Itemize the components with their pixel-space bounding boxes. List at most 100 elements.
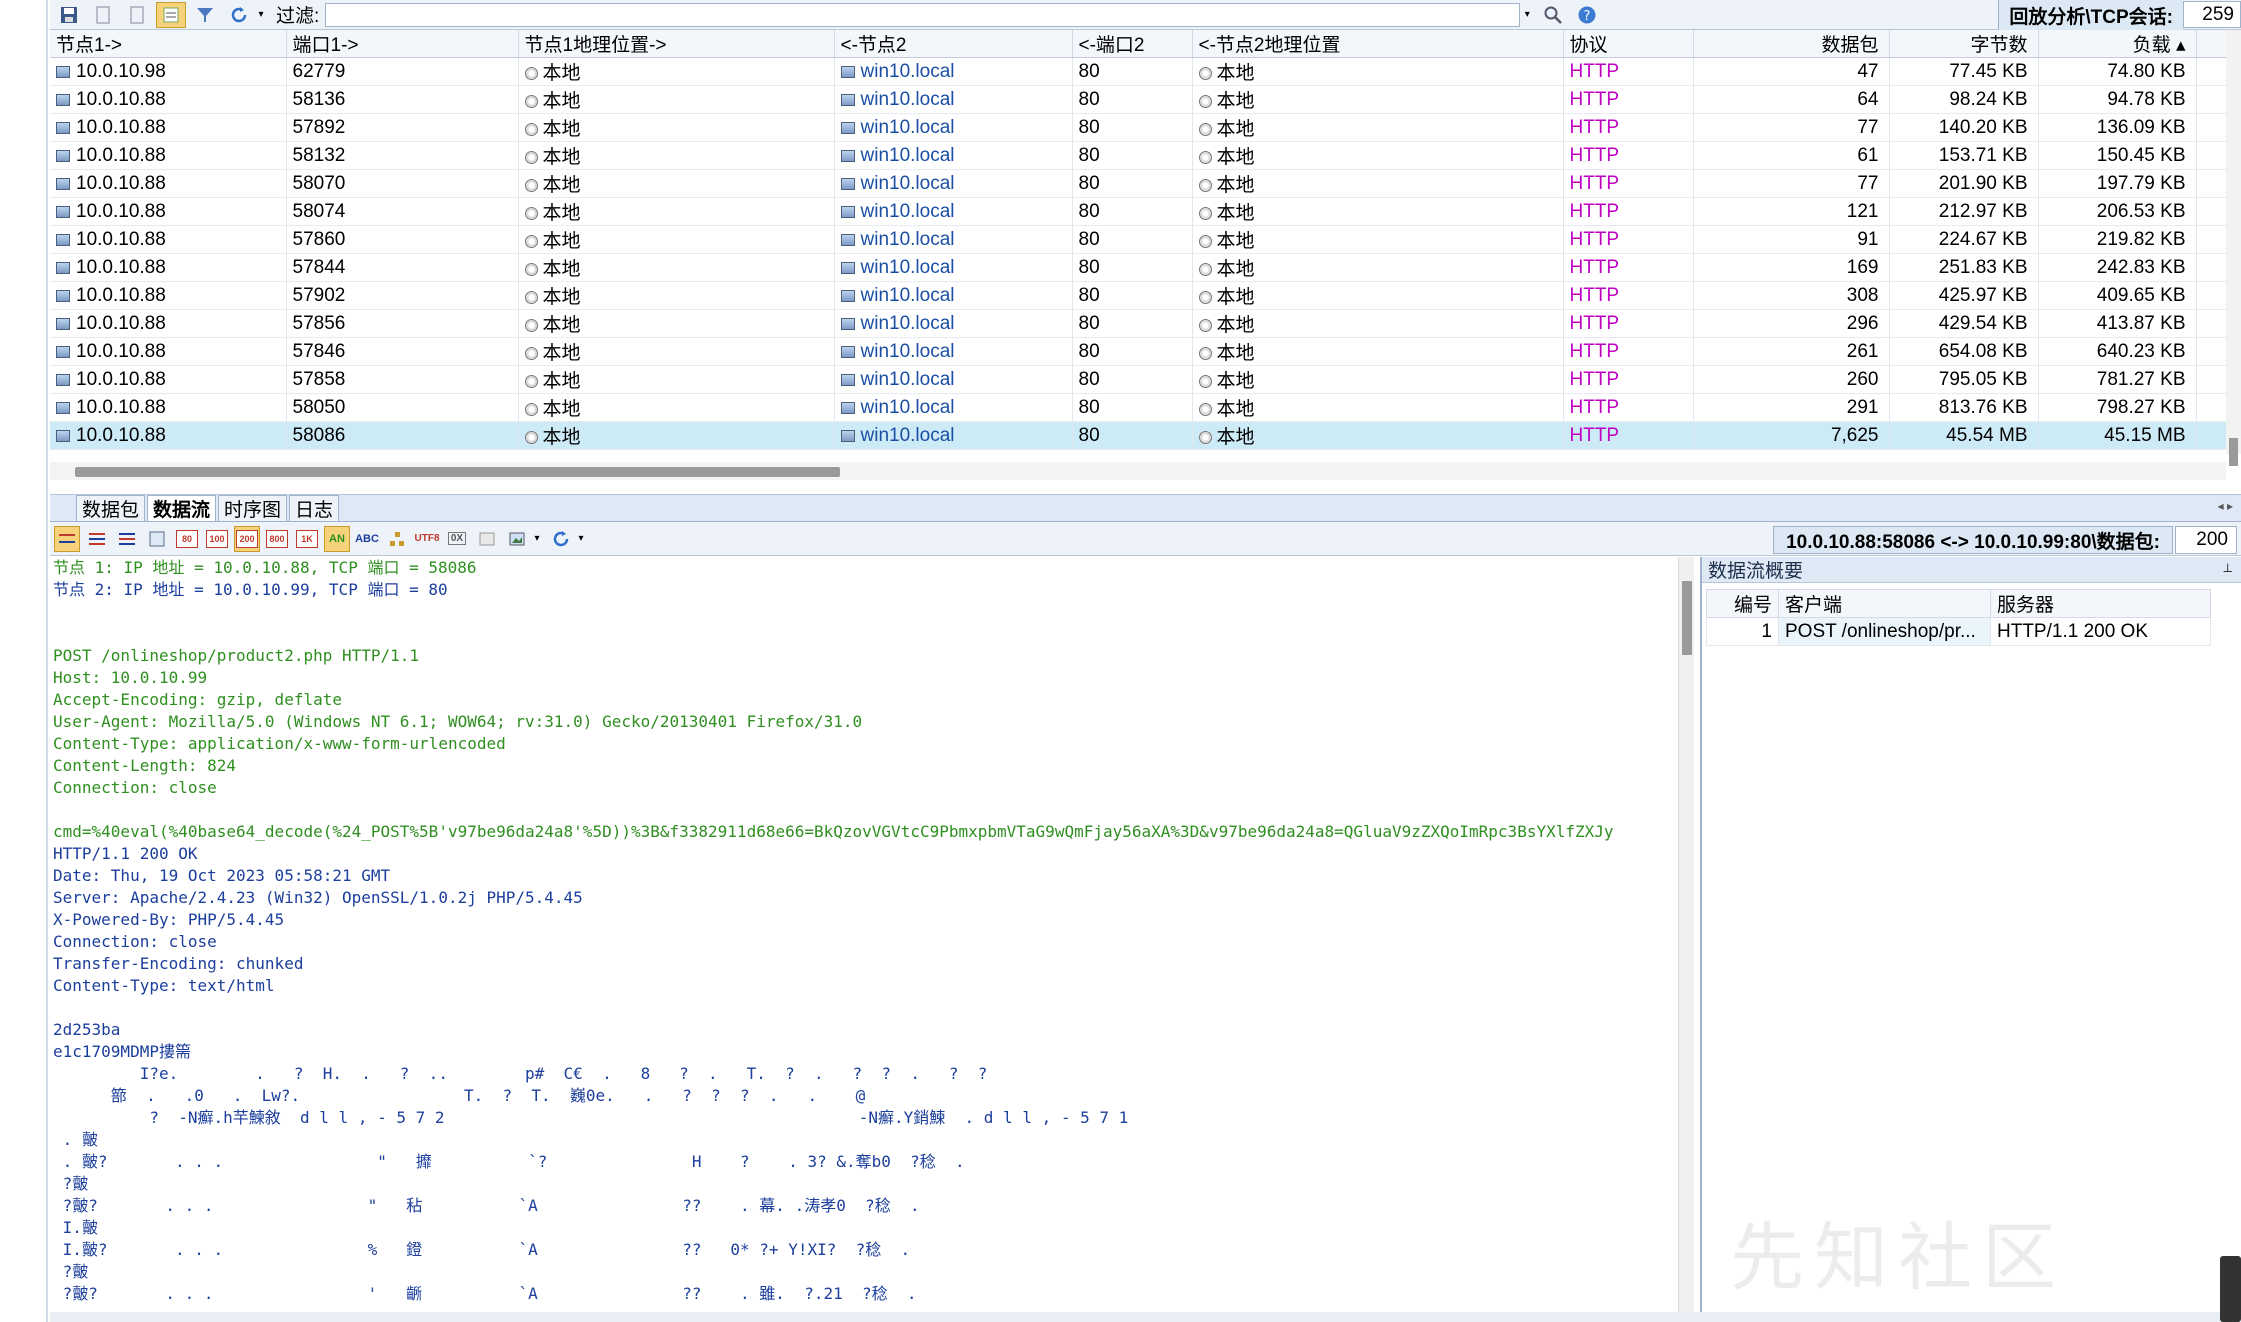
table-row[interactable]: 10.0.10.88 57846 本地 win10.local 80 本地 HTTP 261 6… (50, 337, 2226, 366)
table-row[interactable]: 10.0.10.88 58136 本地 win10.local 80 本地 HTTP 64 98… (50, 85, 2226, 114)
col-node2[interactable]: <-节点2 (834, 30, 1073, 58)
utf8-button[interactable]: UTF8 (414, 526, 440, 552)
tab-timing[interactable]: 时序图 (218, 495, 288, 521)
col-protocol[interactable]: 协议 (1563, 30, 1694, 58)
col-payload[interactable]: 负载 ▴ (2038, 30, 2197, 58)
computer-icon (840, 233, 855, 246)
scroll-thumb[interactable] (1682, 581, 1692, 655)
stream-line: I.皾? . . . % 鐙 `A ?? 0* ?+ Y!XI? ?稔 . (53, 1240, 911, 1259)
cell-port1: 57902 (286, 281, 519, 310)
pin-icon[interactable]: ⊥ (2223, 561, 2233, 575)
col-bytes[interactable]: 字节数 (1889, 30, 2039, 58)
col-port1[interactable]: 端口1-> (286, 30, 519, 58)
col-port2[interactable]: <-端口2 (1072, 30, 1193, 58)
table-row[interactable]: 10.0.10.98 62779 本地 win10.local 80 本地 HTTP 47 77… (50, 57, 2226, 86)
limit-100-button[interactable]: 100 (204, 526, 230, 552)
cell-geo1: 本地 (518, 225, 835, 254)
filter-dropdown-icon[interactable]: ▾ (1520, 3, 1534, 27)
stream-line: Server: Apache/2.4.23 (Win32) OpenSSL/1.… (53, 888, 583, 907)
stream-vertical-scrollbar[interactable] (1678, 557, 1694, 1312)
scroll-thumb[interactable] (2229, 438, 2238, 466)
geo2-text: 本地 (1216, 287, 1255, 308)
cell-extra (2196, 85, 2226, 114)
status-strip (50, 1312, 2241, 1322)
cell-geo1: 本地 (518, 337, 835, 366)
bookmark-icon[interactable] (88, 2, 118, 28)
scroll-thumb[interactable] (75, 467, 840, 477)
limit-80-button[interactable]: 80 (174, 526, 200, 552)
cell-node1: 10.0.10.88 (50, 85, 287, 114)
summary-row[interactable]: 1 POST /onlineshop/pr... HTTP/1.1 200 OK (1706, 617, 2211, 646)
cell-port1: 58136 (286, 85, 519, 114)
interleave-icon[interactable] (84, 526, 110, 552)
search-icon[interactable] (1538, 2, 1568, 28)
summary-col-client[interactable]: 客户端 (1778, 589, 1991, 618)
split-view-icon[interactable] (114, 526, 140, 552)
client-server-icon[interactable] (54, 525, 80, 552)
stream-text-pane[interactable]: 节点 1: IP 地址 = 10.0.10.88, TCP 端口 = 58086… (50, 557, 1678, 1312)
tab-scroll-arrows-icon[interactable]: ◂ ▸ (2218, 499, 2233, 513)
summary-col-id[interactable]: 编号 (1706, 589, 1779, 618)
cell-packets: 91 (1693, 225, 1890, 254)
table-row[interactable]: 10.0.10.88 57844 本地 win10.local 80 本地 HTTP 169 2… (50, 253, 2226, 282)
globe-icon (1198, 347, 1212, 360)
node2-text: win10.local (860, 368, 955, 390)
decode-icon[interactable] (144, 526, 170, 552)
table-horizontal-scrollbar[interactable] (50, 462, 2226, 480)
help-icon[interactable]: ? (1572, 2, 1602, 28)
table-row[interactable]: 10.0.10.88 57892 本地 win10.local 80 本地 HTTP 77 14… (50, 113, 2226, 142)
node2-text: win10.local (860, 284, 955, 306)
col-packets[interactable]: 数据包 (1693, 30, 1890, 58)
view-dropdown-icon[interactable]: ▾ (530, 527, 544, 551)
table-row[interactable]: 10.0.10.88 58086 本地 win10.local 80 本地 HTTP 7,62… (50, 421, 2226, 450)
filter-input[interactable] (325, 2, 1521, 27)
limit-1k-button[interactable]: 1K (294, 526, 320, 552)
limit-200-button[interactable]: 200 (234, 525, 260, 552)
svg-text:?: ? (1584, 9, 1591, 24)
col-node1[interactable]: 节点1-> (50, 30, 287, 58)
summary-col-server[interactable]: 服务器 (1990, 589, 2211, 618)
ansi-button[interactable]: AN (324, 525, 350, 552)
geo2-text: 本地 (1216, 203, 1255, 224)
node2-text: win10.local (860, 200, 955, 222)
geo1-text: 本地 (542, 147, 581, 168)
limit-800-button[interactable]: 800 (264, 526, 290, 552)
table-row[interactable]: 10.0.10.88 57858 本地 win10.local 80 本地 HTTP 260 7… (50, 365, 2226, 394)
table-row[interactable]: 10.0.10.88 58074 本地 win10.local 80 本地 HTTP 121 2… (50, 197, 2226, 226)
image-icon[interactable] (474, 526, 500, 552)
abc-icon[interactable]: ABC (354, 526, 380, 552)
table-row[interactable]: 10.0.10.88 58070 本地 win10.local 80 本地 HTTP 77 20… (50, 169, 2226, 198)
report-icon[interactable] (156, 1, 186, 28)
table-row[interactable]: 10.0.10.88 57860 本地 win10.local 80 本地 HTTP 91 22… (50, 225, 2226, 254)
bookmark-next-icon[interactable] (122, 2, 152, 28)
summary-id: 1 (1706, 617, 1779, 646)
refresh-dropdown-icon[interactable]: ▾ (254, 3, 268, 27)
cell-geo1: 本地 (518, 113, 835, 142)
table-row[interactable]: 10.0.10.88 57856 本地 win10.local 80 本地 HTTP 296 4… (50, 309, 2226, 338)
left-margin (0, 0, 48, 1322)
stream-line: Accept-Encoding: gzip, deflate (53, 690, 342, 709)
stream-refresh-icon[interactable] (548, 526, 574, 552)
table-row[interactable]: 10.0.10.88 58050 本地 win10.local 80 本地 HTTP 291 8… (50, 393, 2226, 422)
node2-text: win10.local (860, 312, 955, 334)
cell-protocol: HTTP (1563, 281, 1694, 310)
table-vertical-scrollbar[interactable] (2226, 30, 2241, 466)
table-row[interactable]: 10.0.10.88 57902 本地 win10.local 80 本地 HTTP 308 4… (50, 281, 2226, 310)
col-geo1[interactable]: 节点1地理位置-> (518, 30, 835, 58)
cell-extra (2196, 141, 2226, 170)
tree-icon[interactable] (384, 526, 410, 552)
table-row[interactable]: 10.0.10.88 58132 本地 win10.local 80 本地 HTTP 61 15… (50, 141, 2226, 170)
refresh-icon[interactable] (224, 2, 254, 28)
view-icon[interactable] (504, 526, 530, 552)
tab-stream[interactable]: 数据流 (147, 495, 217, 521)
col-geo2[interactable]: <-节点2地理位置 (1192, 30, 1564, 58)
filter-icon[interactable] (190, 2, 220, 28)
tab-log[interactable]: 日志 (289, 495, 340, 521)
tab-packets[interactable]: 数据包 (76, 495, 146, 521)
globe-icon (1198, 291, 1212, 304)
cell-protocol: HTTP (1563, 309, 1694, 338)
hex-button[interactable]: 0X (444, 526, 470, 552)
stream-info-label: 10.0.10.88:58086 <-> 10.0.10.99:80\数据包: (1773, 526, 2173, 554)
stream-refresh-dropdown-icon[interactable]: ▾ (574, 527, 588, 551)
save-icon[interactable] (54, 2, 84, 28)
